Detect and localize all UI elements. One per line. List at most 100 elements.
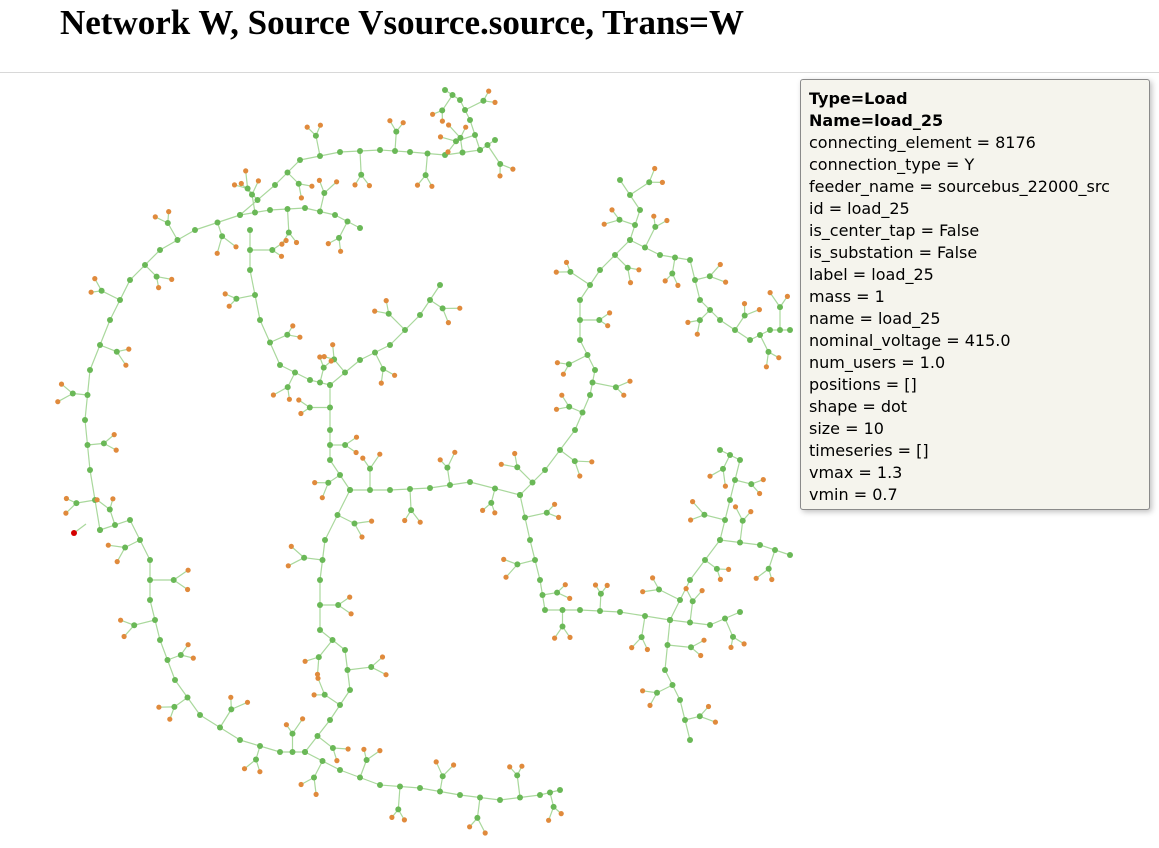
load-node[interactable] bbox=[353, 434, 360, 440]
load-node[interactable] bbox=[316, 177, 322, 183]
bus-node[interactable] bbox=[317, 208, 323, 215]
bus-node[interactable] bbox=[368, 664, 375, 670]
bus-node[interactable] bbox=[284, 206, 291, 212]
load-node[interactable] bbox=[317, 354, 323, 360]
load-node[interactable] bbox=[300, 716, 306, 722]
load-node[interactable] bbox=[304, 124, 310, 130]
load-node[interactable] bbox=[717, 261, 723, 268]
load-node[interactable] bbox=[501, 556, 507, 563]
load-node[interactable] bbox=[563, 259, 570, 265]
bus-node[interactable] bbox=[334, 512, 341, 518]
load-node[interactable] bbox=[285, 563, 291, 569]
load-node[interactable] bbox=[480, 507, 486, 513]
bus-node[interactable] bbox=[654, 689, 660, 696]
bus-node[interactable] bbox=[672, 254, 678, 261]
bus-node[interactable] bbox=[497, 161, 504, 167]
bus-node[interactable] bbox=[787, 327, 793, 333]
load-node[interactable] bbox=[360, 455, 366, 461]
bus-node[interactable] bbox=[214, 219, 221, 226]
bus-node[interactable] bbox=[184, 694, 191, 701]
load-node[interactable] bbox=[226, 303, 232, 309]
load-node[interactable] bbox=[503, 574, 509, 580]
load-node[interactable] bbox=[283, 237, 289, 244]
bus-node[interactable] bbox=[497, 797, 503, 803]
bus-node[interactable] bbox=[632, 222, 638, 228]
bus-node[interactable] bbox=[472, 132, 478, 138]
load-node[interactable] bbox=[105, 542, 111, 548]
load-node[interactable] bbox=[338, 248, 344, 254]
bus-node[interactable] bbox=[514, 772, 521, 779]
bus-node[interactable] bbox=[517, 794, 523, 801]
bus-node[interactable] bbox=[617, 609, 623, 615]
bus-node[interactable] bbox=[325, 479, 332, 486]
bus-node[interactable] bbox=[597, 590, 604, 597]
bus-node[interactable] bbox=[539, 592, 546, 598]
bus-node[interactable] bbox=[688, 644, 694, 651]
bus-node[interactable] bbox=[467, 117, 473, 123]
load-node[interactable] bbox=[776, 355, 782, 361]
load-node[interactable] bbox=[723, 279, 729, 285]
bus-node[interactable] bbox=[424, 150, 431, 157]
load-node[interactable] bbox=[126, 346, 132, 352]
bus-node[interactable] bbox=[407, 149, 413, 155]
bus-node[interactable] bbox=[107, 317, 113, 323]
selected-node[interactable] bbox=[71, 530, 77, 536]
bus-node[interactable] bbox=[113, 348, 120, 355]
bus-node[interactable] bbox=[577, 607, 583, 613]
bus-node[interactable] bbox=[713, 565, 720, 572]
bus-node[interactable] bbox=[559, 623, 566, 630]
bus-node[interactable] bbox=[170, 577, 177, 583]
bus-node[interactable] bbox=[131, 622, 138, 629]
bus-node[interactable] bbox=[537, 577, 543, 583]
bus-node[interactable] bbox=[567, 268, 574, 275]
bus-node[interactable] bbox=[492, 485, 498, 492]
load-node[interactable] bbox=[546, 817, 552, 823]
bus-node[interactable] bbox=[439, 773, 446, 780]
load-node[interactable] bbox=[377, 748, 383, 754]
load-node[interactable] bbox=[315, 675, 321, 681]
bus-node[interactable] bbox=[627, 237, 633, 243]
bus-node[interactable] bbox=[327, 404, 333, 411]
bus-node[interactable] bbox=[557, 447, 563, 453]
bus-node[interactable] bbox=[722, 517, 728, 523]
bus-node[interactable] bbox=[477, 147, 483, 153]
bus-node[interactable] bbox=[289, 730, 296, 737]
load-node[interactable] bbox=[769, 576, 775, 583]
bus-node[interactable] bbox=[579, 409, 586, 416]
bus-node[interactable] bbox=[172, 677, 178, 683]
bus-node[interactable] bbox=[272, 182, 278, 188]
load-node[interactable] bbox=[659, 179, 666, 185]
load-node[interactable] bbox=[712, 719, 719, 725]
load-node[interactable] bbox=[401, 817, 407, 823]
bus-node[interactable] bbox=[677, 597, 683, 603]
bus-node[interactable] bbox=[257, 743, 263, 749]
load-node[interactable] bbox=[652, 165, 658, 172]
load-node[interactable] bbox=[732, 504, 739, 510]
load-node[interactable] bbox=[685, 319, 691, 325]
bus-node[interactable] bbox=[269, 247, 276, 253]
bus-node[interactable] bbox=[757, 332, 763, 338]
bus-node[interactable] bbox=[514, 561, 521, 568]
bus-node[interactable] bbox=[363, 757, 370, 763]
load-node[interactable] bbox=[311, 692, 317, 698]
bus-node[interactable] bbox=[624, 264, 631, 271]
load-node[interactable] bbox=[627, 280, 634, 286]
bus-node[interactable] bbox=[142, 262, 148, 268]
load-node[interactable] bbox=[383, 672, 389, 678]
bus-node[interactable] bbox=[697, 297, 703, 303]
load-node[interactable] bbox=[486, 88, 492, 94]
bus-node[interactable] bbox=[292, 369, 298, 376]
bus-node[interactable] bbox=[577, 297, 583, 303]
load-node[interactable] bbox=[552, 635, 558, 641]
load-node[interactable] bbox=[63, 510, 69, 516]
load-node[interactable] bbox=[497, 173, 503, 179]
bus-node[interactable] bbox=[106, 506, 113, 513]
bus-node[interactable] bbox=[317, 379, 323, 386]
bus-node[interactable] bbox=[395, 806, 402, 813]
load-node[interactable] bbox=[567, 595, 573, 602]
load-node[interactable] bbox=[662, 278, 668, 284]
bus-node[interactable] bbox=[335, 602, 342, 608]
bus-node[interactable] bbox=[367, 465, 373, 472]
bus-node[interactable] bbox=[377, 147, 383, 153]
bus-node[interactable] bbox=[717, 537, 723, 543]
